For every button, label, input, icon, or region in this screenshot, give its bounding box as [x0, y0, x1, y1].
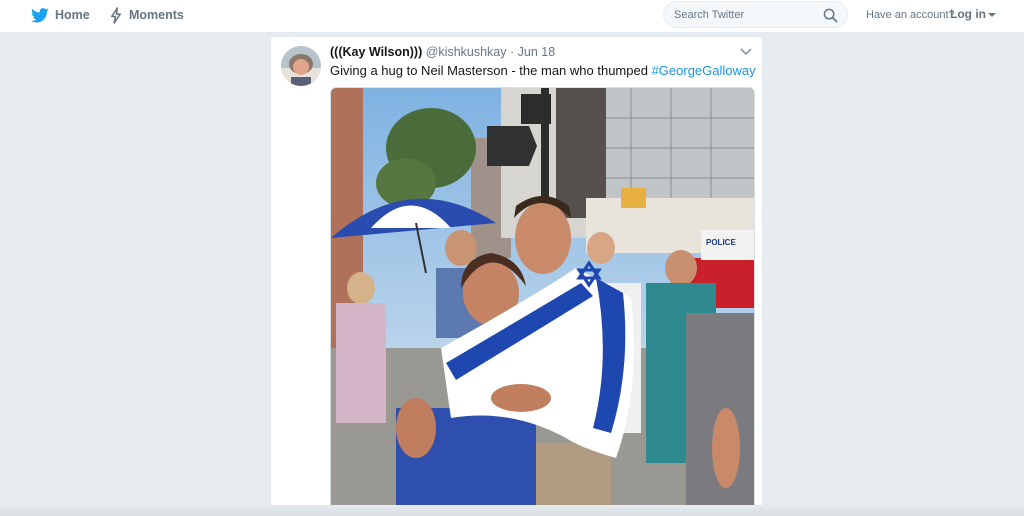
tweet-body: Giving a hug to Neil Masterson - the man…	[330, 63, 652, 78]
avatar-image	[281, 46, 321, 86]
police-sign: POLICE	[706, 238, 736, 247]
search-icon[interactable]	[823, 8, 838, 23]
nav-home-link[interactable]: Home	[31, 0, 90, 30]
login-label: Log in	[950, 7, 986, 21]
have-account-text: Have an account?	[866, 9, 955, 21]
nav-home-label: Home	[55, 8, 90, 22]
lightning-icon	[110, 6, 122, 24]
tweet-text: Giving a hug to Neil Masterson - the man…	[330, 63, 756, 79]
twitter-bird-icon	[31, 7, 49, 22]
top-navigation-bar: Home Moments Search Twitter Have an acco…	[0, 0, 1024, 33]
search-input[interactable]: Search Twitter	[663, 1, 848, 28]
photo-illustration: POLICE	[331, 88, 754, 511]
bottom-shadow	[0, 505, 1024, 516]
tweet-date[interactable]: Jun 18	[518, 45, 556, 59]
login-button[interactable]: Log in	[950, 7, 996, 21]
user-handle[interactable]: @kishkushkay	[426, 45, 507, 59]
tweet-card[interactable]: (((Kay Wilson))) @kishkushkay · Jun 18 G…	[270, 36, 763, 516]
caret-down-icon	[988, 12, 996, 17]
nav-moments-link[interactable]: Moments	[109, 0, 184, 30]
search-placeholder: Search Twitter	[674, 9, 745, 21]
tweet-header: (((Kay Wilson))) @kishkushkay · Jun 18	[330, 45, 555, 59]
chevron-down-icon[interactable]	[739, 47, 753, 57]
avatar[interactable]	[281, 46, 321, 86]
separator-dot: ·	[510, 45, 515, 59]
hashtag-link[interactable]: #GeorgeGalloway	[652, 63, 756, 78]
tweet-photo[interactable]: POLICE	[330, 87, 755, 512]
nav-moments-label: Moments	[129, 8, 184, 22]
display-name[interactable]: (((Kay Wilson)))	[330, 45, 422, 59]
